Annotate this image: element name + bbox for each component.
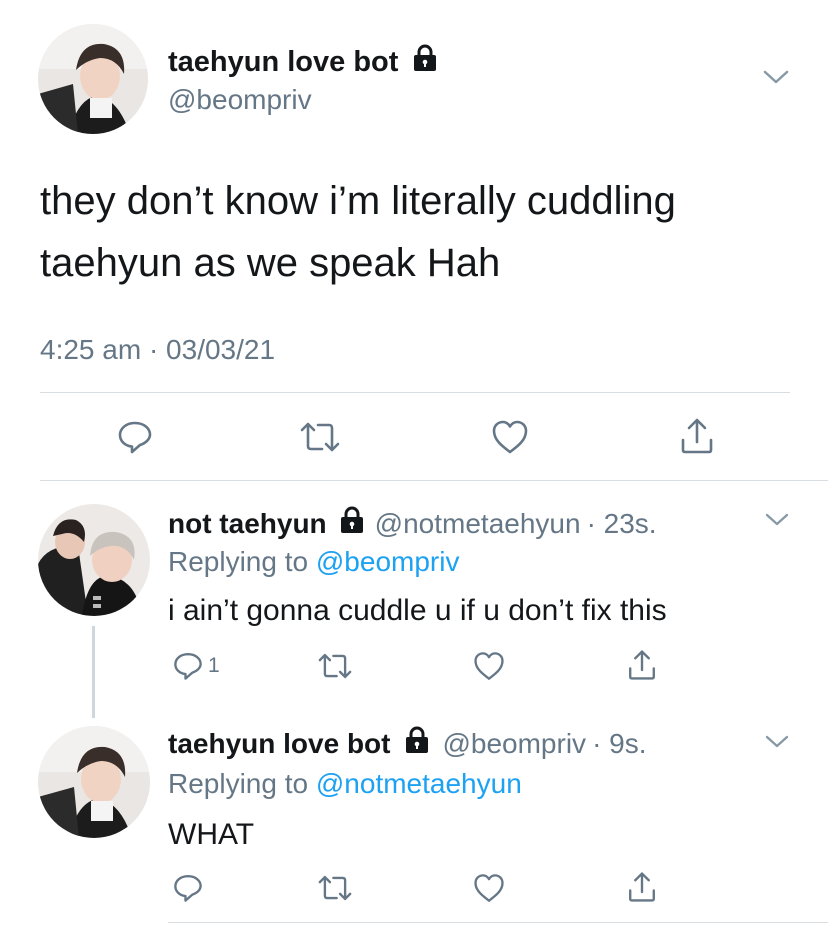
like-button[interactable]: [472, 650, 506, 682]
author-name[interactable]: taehyun love bot: [168, 44, 438, 80]
thread-line: [92, 626, 95, 718]
avatar[interactable]: [38, 504, 150, 616]
tweet-text: they don’t know i’m literally cuddling t…: [40, 170, 676, 294]
retweet-button[interactable]: [298, 418, 342, 456]
reply-count: 1: [208, 654, 220, 677]
reply-time: · 23s.: [586, 507, 657, 539]
lock-icon: [339, 506, 365, 541]
replying-to-handle[interactable]: @notmetaehyun: [316, 768, 522, 799]
retweet-icon: [318, 653, 352, 679]
reply-time: · 9s.: [592, 727, 647, 759]
like-button[interactable]: [472, 872, 506, 904]
tweet-text-line: taehyun as we speak Hah: [40, 241, 501, 285]
reply-header: not taehyun @notmetaehyun · 23s.: [168, 506, 657, 541]
reply-icon: [174, 875, 202, 902]
like-icon: [492, 420, 528, 454]
author-name-text: taehyun love bot: [168, 45, 399, 78]
divider: [168, 922, 828, 923]
like-icon: [474, 652, 504, 680]
retweet-icon: [300, 422, 340, 452]
share-icon: [629, 872, 655, 902]
replying-to: Replying to @notmetaehyun: [168, 768, 522, 800]
reply-button[interactable]: [116, 418, 154, 456]
avatar[interactable]: [38, 726, 150, 838]
chevron-down-icon[interactable]: [764, 734, 790, 755]
retweet-button[interactable]: [316, 650, 354, 682]
lock-icon: [404, 726, 430, 761]
author-handle[interactable]: @beompriv: [168, 84, 312, 116]
divider: [40, 480, 828, 481]
reply-icon: [174, 653, 202, 680]
divider: [40, 392, 790, 393]
author-name[interactable]: taehyun love bot: [168, 728, 390, 760]
retweet-button[interactable]: [316, 872, 354, 904]
share-button[interactable]: [678, 416, 716, 456]
replying-to: Replying to @beompriv: [168, 546, 459, 578]
author-name[interactable]: not taehyun: [168, 508, 327, 540]
avatar[interactable]: [38, 24, 148, 134]
reply-icon: [118, 421, 152, 454]
reply-text: i ain’t gonna cuddle u if u don’t fix th…: [168, 594, 667, 627]
author-handle[interactable]: @beompriv: [442, 728, 586, 760]
replying-to-label: Replying to: [168, 546, 316, 577]
share-button[interactable]: [626, 870, 658, 904]
author-handle[interactable]: @notmetaehyun: [375, 508, 581, 540]
reply-button[interactable]: 1: [172, 650, 220, 682]
lock-icon: [412, 44, 438, 80]
share-icon: [681, 418, 713, 454]
reply-button[interactable]: [172, 872, 204, 904]
like-icon: [474, 874, 504, 902]
reply-text: WHAT: [168, 818, 255, 851]
replying-to-handle[interactable]: @beompriv: [316, 546, 460, 577]
tweet-text-line: they don’t know i’m literally cuddling: [40, 179, 676, 223]
like-button[interactable]: [490, 418, 530, 456]
share-button[interactable]: [626, 648, 658, 682]
chevron-down-icon[interactable]: [762, 68, 790, 91]
chevron-down-icon[interactable]: [764, 512, 790, 533]
reply-header: taehyun love bot @beompriv · 9s.: [168, 726, 647, 761]
retweet-icon: [318, 875, 352, 901]
replying-to-label: Replying to: [168, 768, 316, 799]
share-icon: [629, 650, 655, 680]
tweet-timestamp[interactable]: 4:25 am · 03/03/21: [40, 334, 275, 366]
